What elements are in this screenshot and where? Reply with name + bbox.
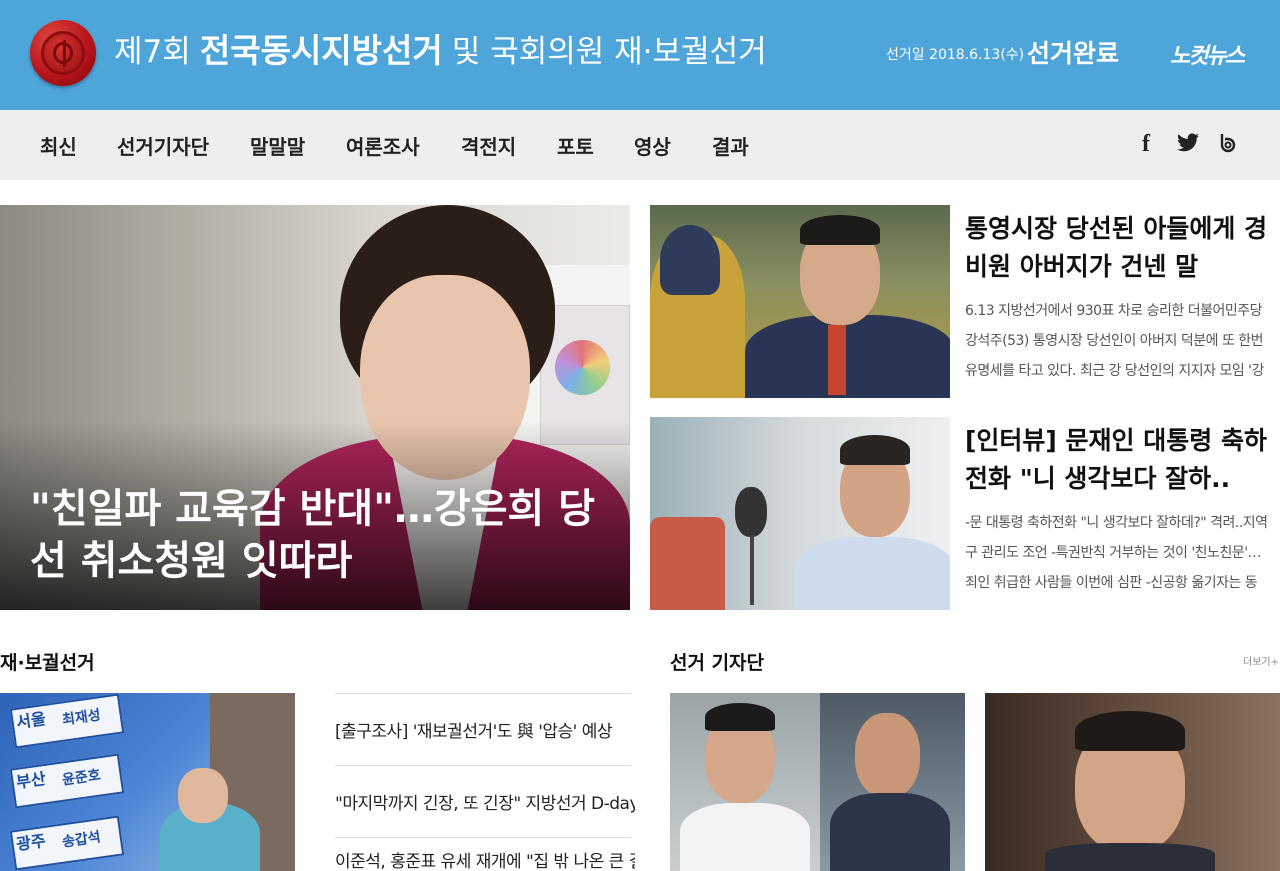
- title-main: 전국동시지방선거: [199, 31, 443, 70]
- hero-photo-color-wheel: [555, 340, 610, 395]
- title-suffix: 및 국회의원 재·보궐선거: [451, 34, 767, 70]
- nav-item-battlegrounds[interactable]: 격전지: [461, 131, 516, 160]
- list-divider: [335, 765, 631, 766]
- nav-item-results[interactable]: 결과: [712, 131, 749, 160]
- title-prefix: 제7회: [114, 34, 191, 70]
- more-link[interactable]: 더보기+: [1243, 653, 1279, 668]
- seal-inner: [41, 31, 85, 75]
- nav-item-polls[interactable]: 여론조사: [346, 131, 420, 160]
- by-election-thumbnail[interactable]: 서울 최재성 부산 윤준호 광주 송갑석: [0, 693, 295, 871]
- election-seal-logo[interactable]: [30, 20, 96, 86]
- article-summary: 6.13 지방선거에서 930표 차로 승리한 더불어민주당 강석주(53) 통…: [965, 303, 1264, 379]
- main-nav: 최신 선거기자단 말말말 여론조사 격전지 포토 영상 결과 f: [0, 110, 1280, 180]
- article-title[interactable]: [인터뷰] 문재인 대통령 축하 전화 "니 생각보다 잘하..: [965, 422, 1275, 498]
- article-thumbnail[interactable]: [650, 417, 950, 610]
- nav-item-latest[interactable]: 최신: [40, 131, 77, 160]
- seal-bar: [63, 40, 66, 67]
- nav-item-reporters[interactable]: 선거기자단: [117, 131, 209, 160]
- list-item[interactable]: 이준석, 홍준표 유세 재개에 "집 밖 나온 큰 결: [335, 847, 635, 871]
- list-item[interactable]: "마지막까지 긴장, 또 긴장" 지방선거 D-day: [335, 789, 635, 814]
- election-status: 선거완료: [1027, 39, 1120, 68]
- board-label: 부산: [15, 769, 47, 792]
- page-title: 제7회 전국동시지방선거 및 국회의원 재·보궐선거: [114, 28, 767, 74]
- board-label: 광주: [15, 831, 47, 854]
- twitter-icon[interactable]: [1175, 131, 1201, 157]
- section-title-by-election[interactable]: 재·보궐선거: [0, 648, 95, 675]
- nav-item-photo[interactable]: 포토: [557, 131, 594, 160]
- board-label: 서울: [15, 709, 47, 732]
- brand-logo[interactable]: 노컷뉴스: [1170, 38, 1245, 70]
- reporter-thumbnail[interactable]: [670, 693, 965, 871]
- reporter-thumbnail[interactable]: [985, 693, 1280, 871]
- election-date: 선거일 2018.6.13(수): [886, 47, 1025, 63]
- site-header: 제7회 전국동시지방선거 및 국회의원 재·보궐선거 선거일 2018.6.13…: [0, 0, 1280, 110]
- blog-icon[interactable]: [1215, 131, 1241, 157]
- hero-title[interactable]: "친일파 교육감 반대"…강은희 당선 취소청원 잇따라: [30, 483, 610, 587]
- article-summary: -문 대통령 축하전화 "니 생각보다 잘하데?" 격려..지역구 관리도 조언…: [965, 515, 1268, 591]
- nav-item-quotes[interactable]: 말말말: [250, 131, 305, 160]
- list-divider: [335, 837, 631, 838]
- nav-item-video[interactable]: 영상: [634, 131, 671, 160]
- facebook-icon[interactable]: f: [1133, 131, 1159, 157]
- section-title-reporters[interactable]: 선거 기자단: [670, 648, 764, 675]
- list-item[interactable]: [출구조사] '재보궐선거'도 與 '압승' 예상: [335, 717, 635, 742]
- article-title[interactable]: 통영시장 당선된 아들에게 경비원 아버지가 건넨 말: [965, 210, 1275, 286]
- list-divider: [335, 693, 631, 694]
- article-thumbnail[interactable]: [650, 205, 950, 398]
- hero-article[interactable]: "친일파 교육감 반대"…강은희 당선 취소청원 잇따라: [0, 205, 630, 610]
